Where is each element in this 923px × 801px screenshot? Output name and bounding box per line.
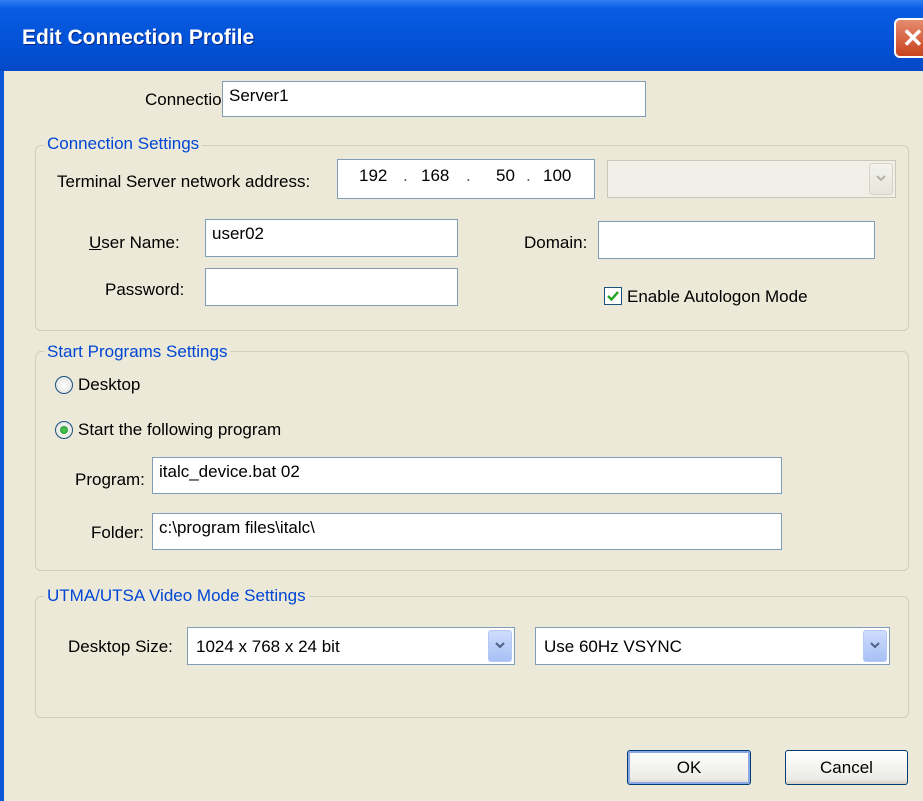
start-program-radio[interactable] — [55, 421, 73, 439]
close-icon: ✕ — [902, 23, 923, 53]
desktop-radio[interactable] — [55, 376, 73, 394]
folder-label: Folder: — [91, 523, 144, 542]
ip-octet-3[interactable]: 50 — [496, 166, 515, 186]
desktop-size-select[interactable]: 1024 x 768 x 24 bit — [187, 627, 515, 665]
chevron-down-icon[interactable] — [488, 630, 512, 662]
address-dropdown — [607, 160, 896, 198]
ip-separator: . — [403, 166, 408, 185]
video-mode-legend: UTMA/UTSA Video Mode Settings — [44, 586, 309, 606]
folder-input[interactable]: c:\program files\italc\ — [152, 513, 782, 550]
autologon-checkbox[interactable] — [604, 287, 622, 305]
window-border — [0, 71, 4, 801]
program-label: Program: — [75, 470, 145, 489]
ip-octet-4[interactable]: 100 — [543, 166, 571, 186]
connection-input[interactable]: Server1 — [222, 81, 646, 117]
title-bar: Edit Connection Profile ✕ — [0, 0, 923, 71]
vsync-select[interactable]: Use 60Hz VSYNC — [535, 627, 890, 665]
ip-octet-1[interactable]: 192 — [359, 166, 387, 186]
vsync-value: Use 60Hz VSYNC — [544, 637, 682, 656]
username-label: User Name: — [89, 233, 180, 253]
close-button[interactable]: ✕ — [894, 18, 923, 58]
ip-separator: . — [526, 166, 531, 185]
username-label-accesskey: U — [89, 233, 102, 252]
password-input[interactable] — [205, 268, 458, 306]
password-label: Password: — [105, 280, 185, 299]
radio-selected-dot — [60, 426, 68, 434]
desktop-size-value: 1024 x 768 x 24 bit — [196, 637, 340, 656]
ip-octet-2[interactable]: 168 — [421, 166, 449, 186]
chevron-down-icon — [869, 163, 893, 195]
connection-settings-legend: Connection Settings — [44, 134, 203, 154]
domain-label: Domain: — [524, 233, 588, 252]
desktop-size-label: Desktop Size: — [68, 637, 173, 656]
ok-button[interactable]: OK — [627, 750, 751, 785]
autologon-label[interactable]: Enable Autologon Mode — [627, 287, 808, 307]
window-title: Edit Connection Profile — [22, 26, 255, 49]
checkmark-icon — [607, 291, 619, 302]
address-label: Terminal Server network address: — [57, 172, 311, 191]
username-input[interactable]: user02 — [205, 219, 458, 257]
username-label-text: ser Name: — [101, 233, 180, 252]
chevron-down-icon[interactable] — [863, 630, 887, 662]
domain-input[interactable] — [598, 221, 875, 259]
start-programs-legend: Start Programs Settings — [44, 342, 231, 362]
desktop-radio-label[interactable]: Desktop — [78, 375, 140, 395]
program-input[interactable]: italc_device.bat 02 — [152, 457, 782, 494]
cancel-button[interactable]: Cancel — [785, 750, 908, 785]
start-program-radio-label[interactable]: Start the following program — [78, 420, 281, 440]
ip-address-field[interactable]: 192 . 168 . 50 . 100 — [337, 159, 595, 199]
ip-separator: . — [466, 166, 471, 185]
